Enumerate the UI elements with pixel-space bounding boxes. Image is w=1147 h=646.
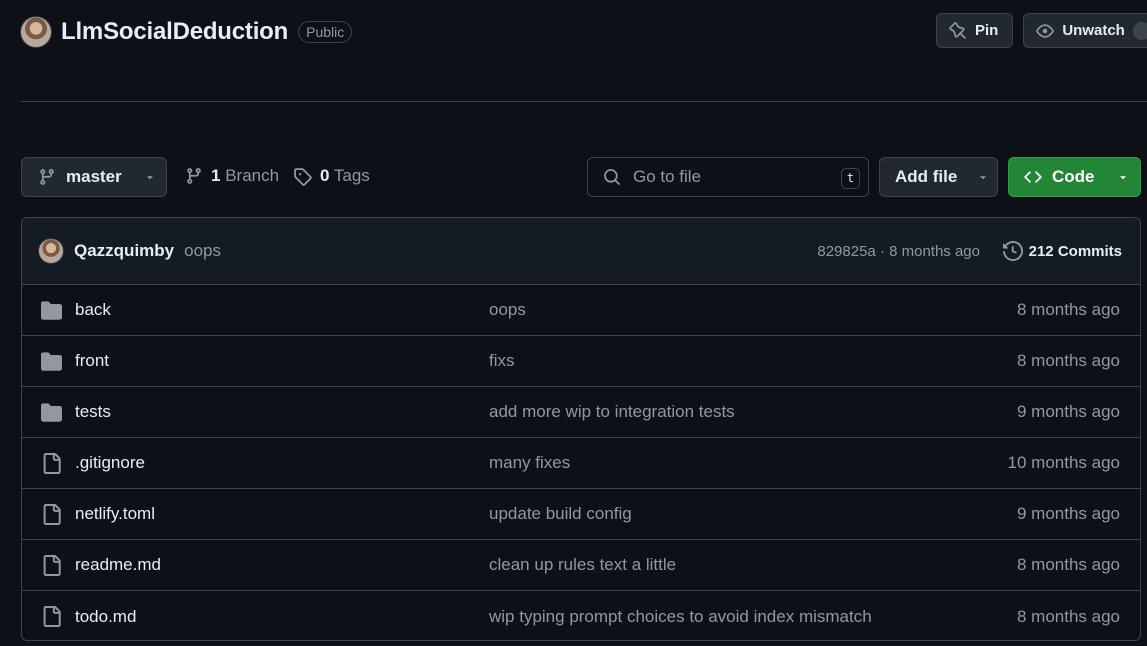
file-name-link[interactable]: netlify.toml [75,504,155,524]
branches-count: 1 [211,166,221,185]
go-to-file-input[interactable] [633,167,833,187]
branch-selector[interactable]: master [21,157,167,197]
file-icon [41,555,62,581]
header-divider [21,101,1147,102]
folder-icon [41,351,62,377]
file-commit-date: 8 months ago [1016,300,1120,319]
file-row[interactable]: back oops 8 months ago [22,285,1140,336]
branches-label: Branch [225,166,280,185]
commits-history-link[interactable]: 212 Commits [1002,241,1122,261]
file-commit-date: 8 months ago [1016,606,1120,626]
code-label: Code [1052,167,1095,186]
file-commit-date: 8 months ago [1016,555,1120,574]
branch-name: master [66,167,122,186]
unwatch-label: Unwatch [1062,22,1125,39]
file-row[interactable]: netlify.toml update build config 9 months … [22,489,1140,540]
file-commit-message[interactable]: fixs [489,351,515,371]
file-name-link[interactable]: back [75,300,111,320]
file-row[interactable]: todo.md wip typing prompt choices to avoi… [22,591,1140,640]
file-icon [41,606,62,632]
caret-down-icon [1119,176,1126,180]
code-icon [1024,171,1042,183]
eye-icon [1036,23,1055,38]
tags-count: 0 [320,166,330,185]
add-file-button[interactable]: Add file [879,157,998,197]
search-icon [604,169,620,185]
file-commit-date: 8 months ago [1016,351,1120,370]
file-commit-message[interactable]: clean up rules text a little [489,555,676,575]
file-commit-date: 10 months ago [1007,453,1120,472]
branches-link[interactable]: 1 Branch [185,166,279,186]
pin-icon [949,21,966,39]
go-to-file-search[interactable]: t [587,157,869,197]
file-commit-date: 9 months ago [1016,504,1120,523]
folder-icon [41,402,62,428]
caret-down-icon [147,176,153,180]
file-row[interactable]: tests add more wip to integration tests 9 … [22,387,1140,438]
git-branch-icon [40,169,54,185]
file-name-link[interactable]: readme.md [75,555,161,575]
header-actions: Pin Unwatch [936,13,1147,48]
code-button[interactable]: Code [1008,157,1141,197]
file-commit-message[interactable]: add more wip to integration tests [489,402,735,422]
keyboard-shortcut-hint: t [841,168,860,189]
commits-count-label: 212 Commits [1028,242,1122,260]
history-icon [1002,241,1023,261]
file-row[interactable]: front fixs 8 months ago [22,336,1140,387]
file-commit-message[interactable]: wip typing prompt choices to avoid index… [489,607,872,627]
file-name-link[interactable]: tests [75,402,111,422]
file-name-link[interactable]: .gitignore [75,453,145,473]
latest-commit-bar: Qazzquimby oops 829825a · 8 months ago 2… [22,218,1140,285]
commit-author[interactable]: Qazzquimby [74,241,174,261]
repo-page: LlmSocialDeduction Public Pin Unwatch ma… [0,0,1147,646]
repo-header: LlmSocialDeduction Public [20,16,353,48]
caret-down-icon [980,176,987,180]
owner-avatar[interactable] [20,16,52,48]
file-toolbar: master 1 Branch 0 Tags t Add file Code [21,157,1141,197]
tags-link[interactable]: 0 Tags [293,166,370,186]
repo-name[interactable]: LlmSocialDeduction [61,18,288,46]
file-icon [41,453,62,479]
folder-icon [41,300,62,326]
add-file-label: Add file [895,167,958,186]
file-row[interactable]: readme.md clean up rules text a little 8 m… [22,540,1140,591]
file-row[interactable]: .gitignore many fixes 10 months ago [22,438,1140,489]
unwatch-button[interactable]: Unwatch [1023,13,1147,48]
file-commit-message[interactable]: many fixes [489,453,570,473]
commit-author-avatar[interactable] [38,238,64,264]
file-commit-message[interactable]: update build config [489,504,632,524]
commit-meta[interactable]: 829825a · 8 months ago [817,243,980,260]
tags-label: Tags [333,166,370,185]
file-rows: back oops 8 months ago front fixs 8 months ag… [22,285,1140,640]
commit-message[interactable]: oops [184,241,221,261]
file-name-link[interactable]: todo.md [75,607,136,627]
file-icon [41,504,62,530]
visibility-badge: Public [298,21,353,43]
file-commit-message[interactable]: oops [489,300,526,320]
watchers-count-badge [1132,21,1147,40]
file-table: Qazzquimby oops 829825a · 8 months ago 2… [21,217,1141,641]
tag-icon [294,167,312,186]
git-branch-icon [187,168,201,184]
file-name-link[interactable]: front [75,351,109,371]
file-commit-date: 9 months ago [1016,402,1120,421]
pin-label: Pin [975,22,999,39]
pin-button[interactable]: Pin [936,13,1014,48]
